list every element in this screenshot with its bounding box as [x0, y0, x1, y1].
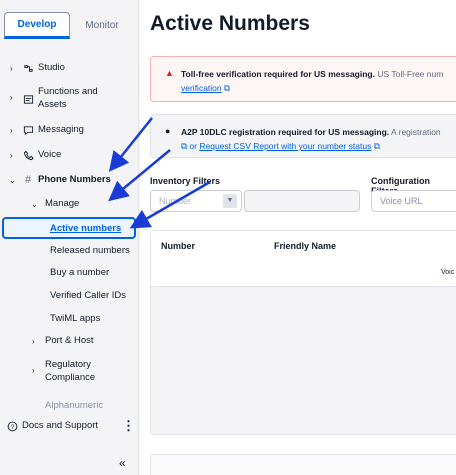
- input-placeholder: Voice URL: [380, 196, 423, 206]
- chevron-down-icon: ⌄: [9, 175, 16, 185]
- sidebar-item-active-numbers[interactable]: Active numbers: [2, 217, 136, 239]
- toll-free-alert: ▲ Toll-free verification required for US…: [150, 56, 456, 102]
- chevron-down-icon: ⌄: [31, 199, 38, 209]
- a2p-10dlc-alert: ● A2P 10DLC registration required for US…: [150, 114, 456, 158]
- warning-icon: ▲: [165, 68, 174, 78]
- sidebar-item-docs-support[interactable]: ? Docs and Support: [0, 419, 139, 433]
- sidebar-item-label: Voice: [38, 149, 62, 160]
- alert-title: A2P 10DLC registration required for US m…: [181, 127, 390, 137]
- sidebar-item-functions-assets[interactable]: › Functions and Assets: [0, 86, 139, 112]
- number-filter-select[interactable]: Number ▼: [150, 190, 242, 212]
- select-placeholder: Number: [159, 196, 192, 206]
- sidebar-item-label: Docs and Support: [22, 420, 99, 431]
- tab-monitor[interactable]: Monitor: [70, 12, 134, 39]
- sidebar-item-label: Messaging: [38, 124, 84, 135]
- chevron-down-icon: ▼: [223, 194, 237, 208]
- studio-icon: [22, 62, 34, 74]
- sidebar-item-buy-number[interactable]: Buy a number: [50, 267, 109, 278]
- sidebar-group-regulatory-compliance[interactable]: › Regulatory Compliance: [0, 359, 139, 385]
- column-header-friendly-name[interactable]: Friendly Name: [274, 241, 336, 251]
- csv-report-link[interactable]: Request CSV Report with your number stat…: [199, 141, 371, 151]
- sidebar-item-alphanumeric[interactable]: Alphanumeric: [45, 400, 103, 411]
- sidebar-item-label: Phone Numbers: [38, 174, 111, 185]
- alert-body: US Toll-Free num: [374, 69, 444, 79]
- verification-link[interactable]: verification: [181, 83, 222, 93]
- alert-title: Toll-free verification required for US m…: [181, 69, 375, 79]
- sidebar-group-label: Port & Host: [45, 335, 94, 346]
- sidebar-item-messaging[interactable]: › Messaging: [0, 123, 139, 137]
- bottom-panel: [150, 454, 456, 475]
- tab-develop[interactable]: Develop: [4, 12, 70, 39]
- functions-icon: [22, 93, 34, 105]
- sidebar-item-phone-numbers[interactable]: ⌄ # Phone Numbers: [0, 173, 139, 187]
- sidebar-item-label: Active numbers: [50, 223, 122, 234]
- chevron-right-icon: ›: [10, 63, 13, 73]
- page-title: Active Numbers: [150, 12, 310, 35]
- sidebar-item-studio[interactable]: › Studio: [0, 61, 139, 75]
- more-options-icon[interactable]: ⋮: [122, 418, 135, 434]
- sidebar-item-label: Studio: [38, 62, 65, 73]
- collapse-sidebar-icon[interactable]: «: [119, 456, 126, 470]
- sidebar-item-voice[interactable]: › Voice: [0, 148, 139, 162]
- info-icon: ●: [165, 126, 171, 136]
- chevron-right-icon: ›: [10, 93, 13, 102]
- chevron-right-icon: ›: [10, 150, 13, 160]
- alert-body: A registration: [389, 127, 441, 137]
- voice-url-input[interactable]: Voice URL: [371, 190, 456, 212]
- sidebar-item-label-line2: Assets: [38, 99, 67, 110]
- chat-bubble-icon: [22, 124, 34, 136]
- chevron-right-icon: ›: [32, 366, 35, 375]
- external-link-icon: ⧉ or: [181, 141, 200, 151]
- sidebar-item-verified-caller-ids[interactable]: Verified Caller IDs: [50, 290, 126, 301]
- chevron-right-icon: ›: [32, 336, 35, 346]
- sidebar-group-label: Regulatory: [45, 359, 91, 370]
- hash-icon: #: [24, 174, 32, 186]
- sidebar-group-manage[interactable]: ⌄ Manage: [0, 197, 139, 211]
- external-link-icon: ⧉: [224, 83, 231, 93]
- column-header-number[interactable]: Number: [161, 241, 195, 251]
- sidebar-group-port-host[interactable]: › Port & Host: [0, 334, 139, 348]
- phone-icon: [22, 149, 34, 161]
- chevron-right-icon: ›: [10, 125, 13, 135]
- inventory-filters-label: Inventory Filters: [150, 176, 221, 186]
- alert-message: Toll-free verification required for US m…: [181, 67, 456, 95]
- svg-text:?: ?: [10, 423, 14, 430]
- sidebar-group-label-line2: Compliance: [45, 372, 96, 383]
- sidebar-group-label: Manage: [45, 198, 80, 209]
- column-header-voice: Voic: [441, 269, 455, 276]
- table-header: Number Friendly Name Voic: [151, 231, 456, 287]
- external-link-icon: ⧉: [373, 141, 380, 151]
- help-circle-icon: ?: [6, 420, 18, 432]
- sidebar: Develop Monitor › Studio › Functions and…: [0, 0, 139, 475]
- sidebar-item-released-numbers[interactable]: Released numbers: [50, 245, 130, 256]
- sidebar-item-twiml-apps[interactable]: TwiML apps: [50, 313, 100, 324]
- sidebar-item-label: Functions and: [38, 86, 98, 97]
- sidebar-tabs: Develop Monitor: [4, 12, 134, 39]
- alert-message: A2P 10DLC registration required for US m…: [181, 125, 456, 153]
- number-search-input[interactable]: [244, 190, 360, 212]
- numbers-table: Number Friendly Name Voic: [150, 230, 456, 435]
- main-content: Active Numbers ▲ Toll-free verification …: [140, 0, 456, 475]
